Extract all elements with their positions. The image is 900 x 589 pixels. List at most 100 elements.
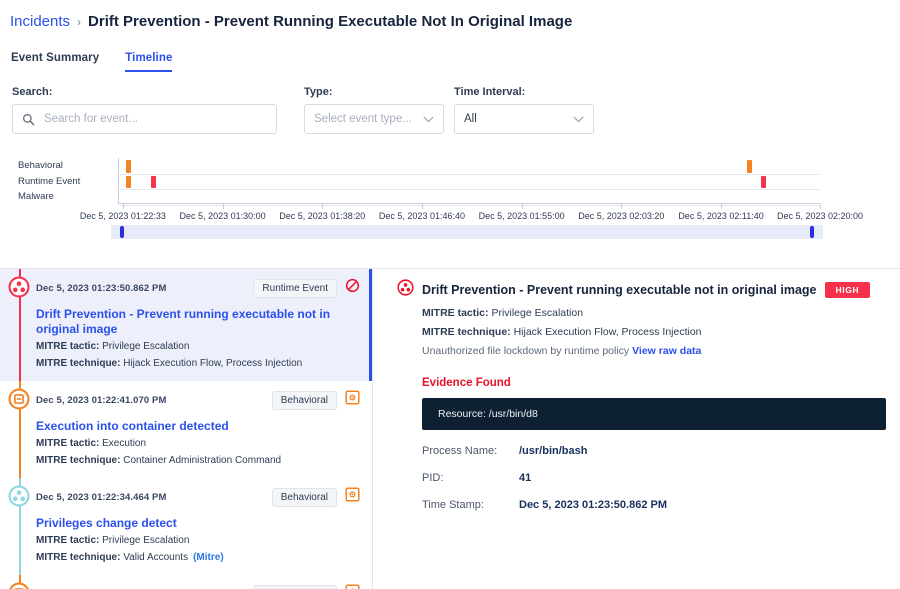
chevron-down-icon	[423, 116, 434, 123]
incident-timeline-page: Incidents › Drift Prevention - Prevent R…	[0, 0, 900, 588]
event-title[interactable]: Drift Prevention - Prevent running execu…	[36, 307, 360, 337]
type-select[interactable]: Select event type...	[304, 104, 444, 134]
type-field-group: Type: Select event type...	[304, 86, 444, 134]
event-timestamp: Dec 5, 2023 01:22:41.070 PM	[36, 395, 167, 406]
detect-scan-icon[interactable]	[345, 487, 360, 507]
timeline-event-marker[interactable]	[126, 176, 131, 189]
evidence-resource-bar: Resource: /usr/bin/d8	[422, 398, 886, 430]
timeline-axis-tick-label: Dec 5, 2023 01:38:20	[279, 211, 365, 221]
event-list-item[interactable]: Dec 5, 2023 01:22:34.464 PMBehavioralPri…	[0, 478, 372, 575]
detail-field-row: Time Stamp:Dec 5, 2023 01:23:50.862 PM	[397, 499, 886, 511]
detail-field-value: 41	[519, 472, 531, 484]
detail-field-key: PID:	[422, 472, 519, 484]
tab-bar: Event Summary Timeline	[0, 30, 900, 72]
breadcrumb-incidents-link[interactable]: Incidents	[10, 13, 70, 30]
event-badges: Runtime Event	[253, 278, 360, 298]
timeline-brush-handle-right[interactable]	[810, 226, 814, 238]
event-list-item[interactable]: Dec 5, 2023 01:22:33.662 PMRuntime Event	[0, 575, 372, 589]
event-list[interactable]: Dec 5, 2023 01:23:50.862 PM Runtime Event…	[0, 269, 373, 589]
detect-scan-icon[interactable]	[345, 390, 360, 410]
detail-fields: Process Name:/usr/bin/bashPID:41Time Sta…	[397, 445, 886, 511]
detail-technique-line: MITRE technique: Hijack Execution Flow, …	[397, 325, 886, 339]
timeline-axis-tick	[621, 204, 622, 209]
timeline-category-labels: Behavioral Runtime Event Malware	[18, 158, 80, 205]
timeline-axis-tick	[422, 204, 423, 209]
timeline-axis-tick-label: Dec 5, 2023 01:22:33	[80, 211, 166, 221]
chevron-down-icon	[573, 116, 584, 123]
timeline-axis-tick-label: Dec 5, 2023 01:30:00	[180, 211, 266, 221]
timeline-axis-tick	[223, 204, 224, 209]
timeline-axis-tick	[820, 204, 821, 209]
timeline-category-runtime-event: Runtime Event	[18, 174, 80, 190]
tab-event-summary[interactable]: Event Summary	[11, 52, 99, 72]
timeline-event-marker[interactable]	[151, 176, 156, 189]
detail-header: Drift Prevention - Prevent running execu…	[397, 279, 886, 301]
type-label: Type:	[304, 86, 444, 98]
breadcrumb: Incidents › Drift Prevention - Prevent R…	[0, 0, 900, 30]
time-interval-field-group: Time Interval: All	[454, 86, 594, 134]
runtime-event-icon	[8, 388, 32, 412]
timeline-plot-area[interactable]	[118, 158, 821, 204]
event-title[interactable]: Privileges change detect	[36, 516, 360, 531]
time-interval-select-value: All	[464, 113, 477, 125]
detail-tactic-label: MITRE tactic:	[422, 307, 489, 319]
event-technique: MITRE technique: Valid Accounts(Mitre)	[36, 551, 360, 565]
timeline-axis-tick-label: Dec 5, 2023 02:03:20	[578, 211, 664, 221]
event-type-chip[interactable]: Behavioral	[272, 488, 337, 507]
detail-technique-value: Hijack Execution Flow, Process Injection	[514, 326, 702, 338]
timeline-event-marker[interactable]	[126, 160, 131, 173]
event-tactic: MITRE tactic: Execution	[36, 437, 360, 451]
malware-hazard-icon	[8, 276, 32, 300]
severity-badge: HIGH	[825, 282, 871, 298]
timeline-axis-tick	[721, 204, 722, 209]
breadcrumb-separator-icon: ›	[77, 15, 81, 29]
event-badges: Behavioral	[272, 487, 360, 507]
detail-description-line: Unauthorized file lockdown by runtime po…	[397, 344, 886, 358]
search-input[interactable]	[42, 112, 267, 126]
event-item-header: Dec 5, 2023 01:22:33.662 PMRuntime Event	[36, 584, 360, 589]
detail-description: Unauthorized file lockdown by runtime po…	[422, 345, 629, 357]
search-label: Search:	[12, 86, 277, 98]
timeline-x-axis: Dec 5, 2023 01:22:33Dec 5, 2023 01:30:00…	[118, 203, 820, 209]
event-item-header: Dec 5, 2023 01:22:41.070 PM Behavioral	[36, 390, 360, 410]
timeline-event-marker[interactable]	[761, 176, 766, 189]
detail-field-key: Time Stamp:	[422, 499, 519, 511]
tab-timeline[interactable]: Timeline	[125, 52, 172, 72]
event-type-chip[interactable]: Runtime Event	[253, 585, 337, 589]
timeline-row-gridline	[119, 189, 821, 190]
event-item-header: Dec 5, 2023 01:23:50.862 PM Runtime Event	[36, 278, 360, 298]
malware-hazard-icon	[397, 279, 414, 301]
detail-field-value: Dec 5, 2023 01:23:50.862 PM	[519, 499, 667, 511]
event-type-chip[interactable]: Behavioral	[272, 391, 337, 410]
detail-tactic-value: Privilege Escalation	[491, 307, 583, 319]
event-list-item[interactable]: Dec 5, 2023 01:23:50.862 PM Runtime Event…	[0, 269, 372, 381]
view-raw-data-link[interactable]: View raw data	[632, 345, 701, 357]
search-field-group: Search:	[12, 86, 277, 134]
detail-title: Drift Prevention - Prevent running execu…	[422, 283, 817, 297]
search-input-wrapper[interactable]	[12, 104, 277, 134]
malware-hazard-icon	[8, 485, 32, 509]
event-list-item[interactable]: Dec 5, 2023 01:22:41.070 PM Behavioral Exe…	[0, 381, 372, 478]
type-select-value: Select event type...	[314, 113, 412, 125]
evidence-found-heading: Evidence Found	[397, 377, 886, 389]
detail-field-value: /usr/bin/bash	[519, 445, 587, 457]
event-title[interactable]: Execution into container detected	[36, 419, 360, 434]
timeline-category-behavioral: Behavioral	[18, 158, 80, 174]
time-interval-select[interactable]: All	[454, 104, 594, 134]
timeline-chart[interactable]: Behavioral Runtime Event Malware Dec 5, …	[0, 153, 900, 238]
mitre-link[interactable]: (Mitre)	[193, 552, 224, 563]
detail-technique-label: MITRE technique:	[422, 326, 511, 338]
event-badges: Runtime Event	[253, 584, 360, 589]
timeline-row-gridline	[119, 174, 821, 175]
event-type-chip[interactable]: Runtime Event	[253, 279, 337, 298]
timeline-event-marker[interactable]	[747, 160, 752, 173]
detect-scan-icon[interactable]	[345, 584, 360, 589]
page-title: Drift Prevention - Prevent Running Execu…	[88, 13, 572, 30]
timeline-range-brush[interactable]	[111, 225, 823, 239]
timeline-category-malware: Malware	[18, 189, 80, 205]
timeline-axis-tick	[123, 204, 124, 209]
event-timestamp: Dec 5, 2023 01:23:50.862 PM	[36, 283, 167, 294]
timeline-brush-handle-left[interactable]	[120, 226, 124, 238]
blocked-icon[interactable]	[345, 278, 360, 298]
timeline-axis-tick-label: Dec 5, 2023 02:11:40	[678, 211, 763, 221]
